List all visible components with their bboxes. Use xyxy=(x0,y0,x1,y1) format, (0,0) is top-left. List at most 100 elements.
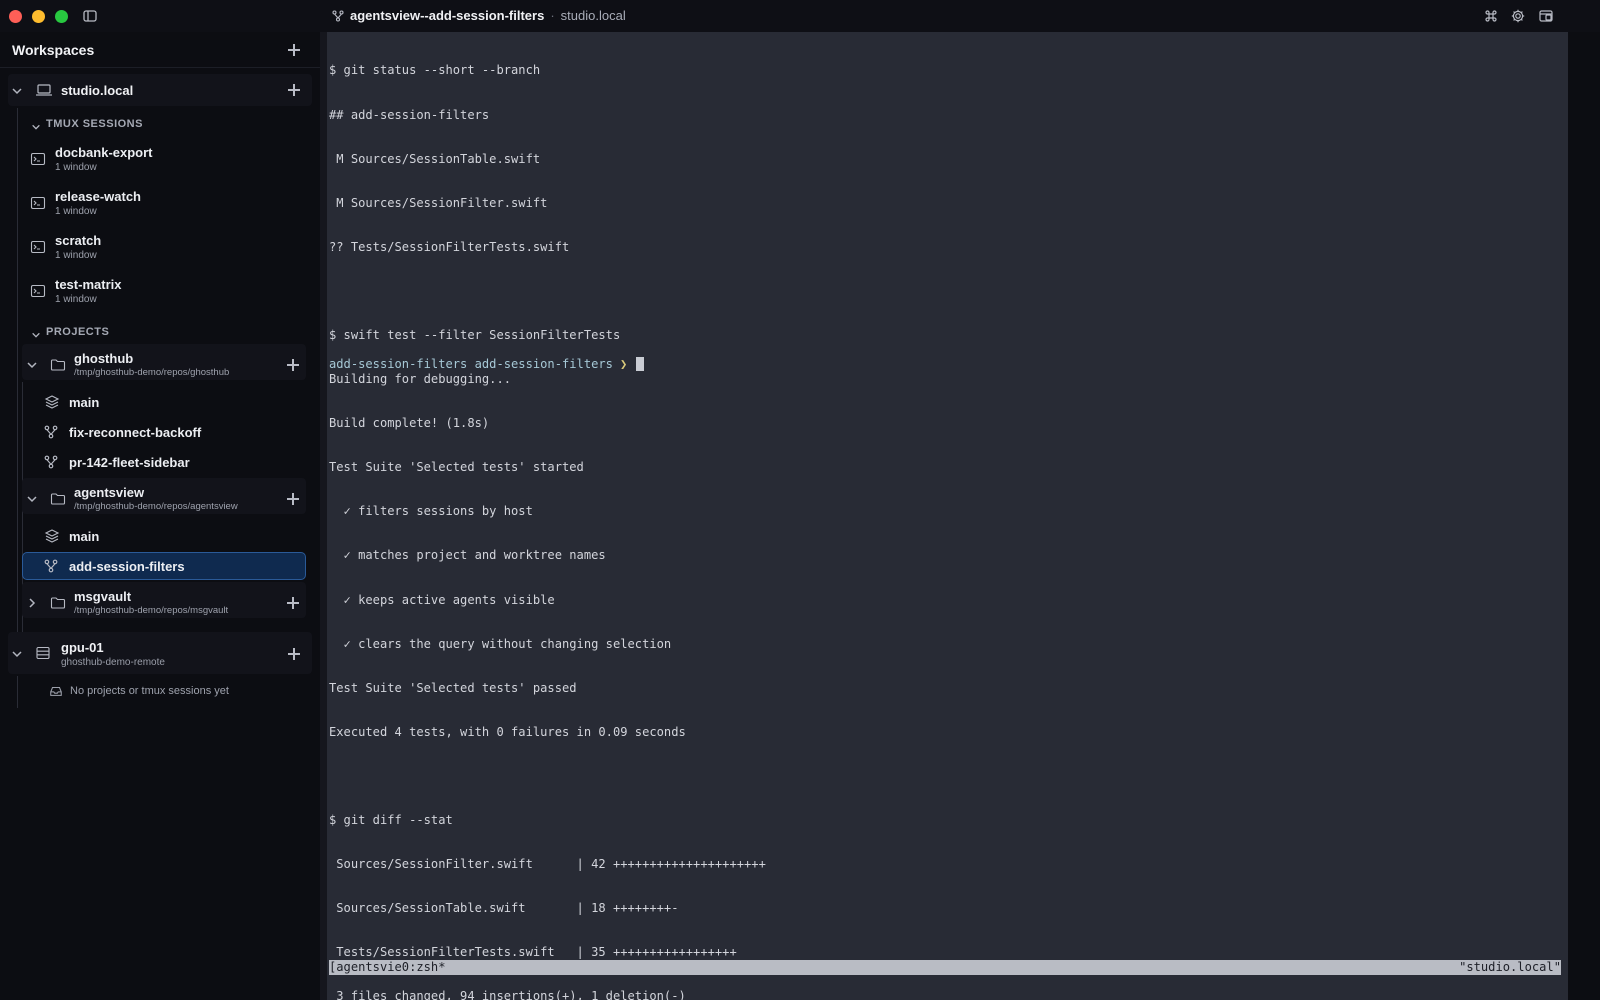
worktree-name: main xyxy=(69,395,100,410)
worktree-name: main xyxy=(69,529,100,544)
chevron-down-icon[interactable] xyxy=(31,119,43,131)
worktree-name-selected: add-session-filters xyxy=(69,559,185,574)
host-tree-guide xyxy=(17,676,18,708)
add-to-host-button[interactable] xyxy=(287,647,301,661)
terminal-line: $ swift test --filter SessionFilterTests xyxy=(329,327,621,342)
branch-icon xyxy=(44,455,60,471)
terminal-line: Sources/SessionFilter.swift | 42 +++++++… xyxy=(329,857,766,872)
server-icon xyxy=(35,645,51,661)
tmux-session-name: docbank-export xyxy=(55,145,153,160)
terminal-line: Test Suite 'Selected tests' passed xyxy=(329,680,577,695)
terminal-icon xyxy=(30,151,46,167)
terminal-line: Tests/SessionFilterTests.swift | 35 ++++… xyxy=(329,945,737,960)
project-name: agentsview xyxy=(74,485,145,500)
host-name: gpu-01 xyxy=(61,640,104,655)
tmux-session-name: scratch xyxy=(55,233,102,248)
terminal-line: 3 files changed, 94 insertions(+), 1 del… xyxy=(329,989,686,1000)
chevron-down-icon[interactable] xyxy=(11,84,23,96)
layers-icon xyxy=(44,394,60,410)
project-name: msgvault xyxy=(74,589,132,604)
project-path: /tmp/ghosthub-demo/repos/agentsview xyxy=(74,501,238,512)
command-icon[interactable] xyxy=(1483,8,1499,24)
terminal-icon xyxy=(30,283,46,299)
project-path: /tmp/ghosthub-demo/repos/msgvault xyxy=(74,605,229,616)
branch-icon xyxy=(332,9,344,22)
projects-header[interactable]: PROJECTS xyxy=(46,326,109,338)
picture-in-picture-icon[interactable] xyxy=(1538,8,1554,24)
chevron-down-icon[interactable] xyxy=(26,358,38,370)
worktree-name: pr-142-fleet-sidebar xyxy=(69,455,190,470)
host-detail: ghosthub-demo-remote xyxy=(61,657,165,668)
tmux-session-name: test-matrix xyxy=(55,277,122,292)
workspaces-sidebar: Workspaces studio.local TMUX SESSIONS do… xyxy=(0,32,320,1000)
chevron-right-icon[interactable] xyxy=(26,596,38,608)
layers-icon xyxy=(44,528,60,544)
terminal-line: Sources/SessionTable.swift | 18 ++++++++… xyxy=(329,901,679,916)
tmux-status-left: [agentsvie0:zsh* xyxy=(329,960,446,974)
folder-icon xyxy=(50,491,66,507)
terminal-line: $ git status --short --branch xyxy=(329,63,541,78)
minimize-window-button[interactable] xyxy=(32,10,45,23)
folder-icon xyxy=(50,595,66,611)
terminal-line: Test Suite 'Selected tests' started xyxy=(329,460,584,475)
window-title-text: agentsview--add-session-filters xyxy=(350,8,545,23)
add-worktree-button[interactable] xyxy=(286,358,300,372)
tmux-session-name: release-watch xyxy=(55,189,141,204)
project-path: /tmp/ghosthub-demo/repos/ghosthub xyxy=(74,367,230,378)
terminal-line: M Sources/SessionFilter.swift xyxy=(329,195,548,210)
prompt-branch: add-session-filters add-session-filters xyxy=(329,357,613,371)
terminal-icon xyxy=(30,239,46,255)
folder-icon xyxy=(50,357,66,373)
laptop-icon xyxy=(35,82,52,98)
terminal-prompt[interactable]: add-session-filters add-session-filters … xyxy=(329,357,645,372)
project-name: ghosthub xyxy=(74,351,134,366)
tmux-sessions-header[interactable]: TMUX SESSIONS xyxy=(46,118,143,130)
terminal-line: Building for debugging... xyxy=(329,372,512,387)
terminal-line: $ git diff --stat xyxy=(329,813,453,827)
chevron-down-icon[interactable] xyxy=(11,647,23,659)
tmux-status-bar: [agentsvie0:zsh* "studio.local" xyxy=(329,960,1561,975)
tmux-status-right: "studio.local" xyxy=(1459,960,1561,974)
terminal-line: Build complete! (1.8s) xyxy=(329,416,490,431)
inbox-icon xyxy=(49,684,65,700)
host-name: studio.local xyxy=(61,83,134,98)
terminal-output: $ git status --short --branch ## add-ses… xyxy=(329,34,766,1000)
add-worktree-button[interactable] xyxy=(286,492,300,506)
terminal-line: ✓ matches project and worktree names xyxy=(329,548,606,563)
tmux-session-windows: 1 window xyxy=(55,294,97,305)
add-workspace-button[interactable] xyxy=(287,43,301,57)
window-host: studio.local xyxy=(560,8,626,23)
add-to-host-button[interactable] xyxy=(287,83,301,97)
branch-icon xyxy=(44,559,60,575)
sidebar-divider xyxy=(0,67,320,68)
tmux-session-windows: 1 window xyxy=(55,206,97,217)
worktree-name: fix-reconnect-backoff xyxy=(69,425,202,440)
close-window-button[interactable] xyxy=(9,10,22,23)
tmux-session-windows: 1 window xyxy=(55,250,97,261)
terminal-cursor xyxy=(636,357,645,372)
sidebar-title: Workspaces xyxy=(12,42,95,58)
terminal-line: M Sources/SessionTable.swift xyxy=(329,151,541,166)
empty-state-message: No projects or tmux sessions yet xyxy=(70,685,229,697)
title-separator: · xyxy=(550,8,555,23)
zoom-window-button[interactable] xyxy=(55,10,68,23)
right-edge-panel xyxy=(1568,32,1600,1000)
terminal-pane[interactable]: $ git status --short --branch ## add-ses… xyxy=(327,32,1568,1000)
host-row-studio-local[interactable] xyxy=(8,74,312,106)
terminal-line: ✓ filters sessions by host xyxy=(329,504,533,519)
add-worktree-button[interactable] xyxy=(286,596,300,610)
window-title: agentsview--add-session-filters · studio… xyxy=(332,8,626,23)
title-bar: agentsview--add-session-filters · studio… xyxy=(0,0,1600,32)
terminal-line: ✓ keeps active agents visible xyxy=(329,592,555,607)
settings-gear-icon[interactable] xyxy=(1510,8,1526,24)
chevron-down-icon[interactable] xyxy=(26,492,38,504)
terminal-line: Executed 4 tests, with 0 failures in 0.0… xyxy=(329,724,686,739)
prompt-symbol: ❯ xyxy=(619,357,628,371)
terminal-line: ## add-session-filters xyxy=(329,107,490,122)
sidebar-toggle-icon[interactable] xyxy=(82,8,98,24)
tmux-session-windows: 1 window xyxy=(55,162,97,173)
pane-splitter[interactable] xyxy=(320,32,327,1000)
chevron-down-icon[interactable] xyxy=(31,327,43,339)
